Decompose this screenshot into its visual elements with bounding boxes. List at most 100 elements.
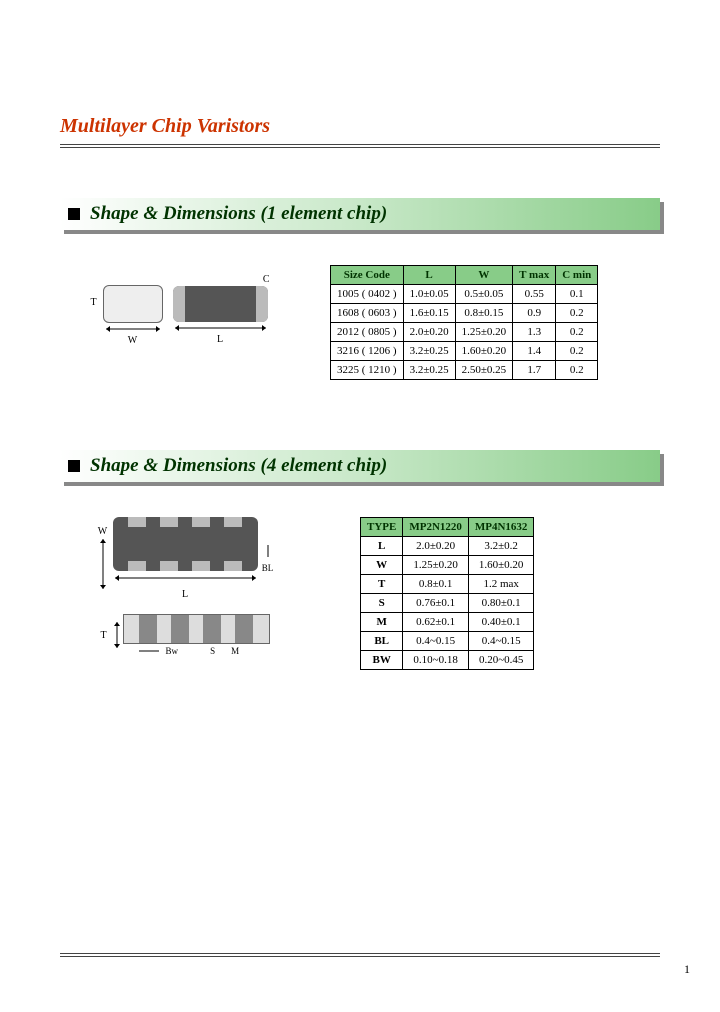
table-cell: W	[361, 556, 403, 575]
table-row: T0.8±0.11.2 max	[361, 575, 534, 594]
table-cell: 0.80±0.1	[468, 594, 534, 613]
table-cell: 1.3	[513, 323, 556, 342]
table-row: 3225 ( 1210 )3.2±0.252.50±0.251.70.2	[331, 361, 598, 380]
dim-label-t2: T	[100, 630, 106, 641]
table-header: MP4N1632	[468, 518, 534, 537]
dim-arrow-w	[104, 323, 162, 335]
table-cell: 0.2	[556, 304, 598, 323]
table-row: W1.25±0.201.60±0.20	[361, 556, 534, 575]
dim-label-s: S	[210, 646, 215, 656]
table-cell: 3225 ( 1210 )	[331, 361, 404, 380]
bullet-icon	[68, 460, 80, 472]
document-title: Multilayer Chip Varistors	[60, 0, 660, 138]
table-cell: 0.8±0.1	[403, 575, 469, 594]
table-cell: 0.5±0.05	[455, 285, 513, 304]
table-cell: 1.60±0.20	[455, 342, 513, 361]
page-number: 1	[684, 962, 690, 977]
table-cell: 2.50±0.25	[455, 361, 513, 380]
bullet-icon	[68, 208, 80, 220]
table-cell: 3.2±0.2	[468, 537, 534, 556]
table-cell: L	[361, 537, 403, 556]
dim-label-bl: BL	[262, 563, 274, 573]
table-cell: BW	[361, 651, 403, 670]
table-row: M0.62±0.10.40±0.1	[361, 613, 534, 632]
table-cell: 1005 ( 0402 )	[331, 285, 404, 304]
table-cell: 0.40±0.1	[468, 613, 534, 632]
table-cell: 0.55	[513, 285, 556, 304]
table-cell: 2.0±0.20	[403, 537, 469, 556]
table-cell: 1.25±0.20	[403, 556, 469, 575]
table-header: C min	[556, 266, 598, 285]
table-cell: 1.4	[513, 342, 556, 361]
table-header: MP2N1220	[403, 518, 469, 537]
table-cell: 1.0±0.05	[403, 285, 455, 304]
table-cell: 1.6±0.15	[403, 304, 455, 323]
chip-4-diagram: W	[60, 517, 310, 656]
table-cell: 0.8±0.15	[455, 304, 513, 323]
table-cell: 0.2	[556, 342, 598, 361]
table-cell: T	[361, 575, 403, 594]
table-cell: 0.20~0.45	[468, 651, 534, 670]
dim-label-bw: Bw	[166, 646, 179, 656]
table-cell: 2.0±0.20	[403, 323, 455, 342]
table-row: 3216 ( 1206 )3.2±0.251.60±0.201.40.2	[331, 342, 598, 361]
dim-label-t: T	[91, 297, 97, 308]
dim-arrow-bl	[262, 544, 274, 558]
dimensions-table-2: TYPEMP2N1220MP4N1632 L2.0±0.203.2±0.2W1.…	[360, 517, 534, 670]
table-cell: 1608 ( 0603 )	[331, 304, 404, 323]
table-row: L2.0±0.203.2±0.2	[361, 537, 534, 556]
table-cell: 2012 ( 0805 )	[331, 323, 404, 342]
footer-rule	[60, 953, 660, 957]
dim-arrow-w2	[97, 537, 109, 591]
dim-label-l2: L	[113, 589, 258, 600]
table-row: 2012 ( 0805 )2.0±0.201.25±0.201.30.2	[331, 323, 598, 342]
title-rule	[60, 144, 660, 148]
table-cell: M	[361, 613, 403, 632]
dim-label-m: M	[231, 646, 239, 656]
section-2-heading: Shape & Dimensions (4 element chip)	[90, 455, 387, 477]
page: Multilayer Chip Varistors Shape & Dimens…	[0, 0, 720, 1012]
table-row: BL0.4~0.150.4~0.15	[361, 632, 534, 651]
dim-label-w2: W	[98, 526, 107, 537]
table-row: 1608 ( 0603 )1.6±0.150.8±0.150.90.2	[331, 304, 598, 323]
table-cell: S	[361, 594, 403, 613]
table-cell: 0.76±0.1	[403, 594, 469, 613]
table-cell: 3.2±0.25	[403, 342, 455, 361]
table-cell: 1.2 max	[468, 575, 534, 594]
table-header: T max	[513, 266, 556, 285]
table-cell: 3.2±0.25	[403, 361, 455, 380]
dim-arrow-bw	[138, 646, 160, 656]
dimensions-table-1: Size CodeLWT maxC min 1005 ( 0402 )1.0±0…	[330, 265, 598, 380]
dim-arrow-t2	[111, 620, 123, 650]
table-header: L	[403, 266, 455, 285]
table-header: W	[455, 266, 513, 285]
table-cell: 0.4~0.15	[403, 632, 469, 651]
table-header: Size Code	[331, 266, 404, 285]
dim-label-w: W	[128, 335, 137, 346]
table-cell: 1.25±0.20	[455, 323, 513, 342]
table-cell: 0.9	[513, 304, 556, 323]
table-row: 1005 ( 0402 )1.0±0.050.5±0.050.550.1	[331, 285, 598, 304]
table-cell: 1.60±0.20	[468, 556, 534, 575]
section-header-2: Shape & Dimensions (4 element chip)	[60, 450, 660, 482]
table-row: BW0.10~0.180.20~0.45	[361, 651, 534, 670]
dim-label-l: L	[217, 334, 223, 345]
chip-1-diagram: T W C L	[60, 265, 310, 346]
table-cell: 0.10~0.18	[403, 651, 469, 670]
table-cell: BL	[361, 632, 403, 651]
dim-arrow-l2	[113, 572, 258, 584]
section-1-content: T W C L	[60, 265, 660, 380]
table-row: S0.76±0.10.80±0.1	[361, 594, 534, 613]
table-cell: 3216 ( 1206 )	[331, 342, 404, 361]
dim-arrow-l	[173, 322, 268, 334]
table-cell: 0.62±0.1	[403, 613, 469, 632]
table-header: TYPE	[361, 518, 403, 537]
section-1-heading: Shape & Dimensions (1 element chip)	[90, 203, 387, 225]
table-cell: 0.4~0.15	[468, 632, 534, 651]
dim-label-c: C	[263, 274, 270, 285]
table-cell: 0.1	[556, 285, 598, 304]
table-cell: 0.2	[556, 323, 598, 342]
table-cell: 0.2	[556, 361, 598, 380]
section-header-1: Shape & Dimensions (1 element chip)	[60, 198, 660, 230]
table-cell: 1.7	[513, 361, 556, 380]
